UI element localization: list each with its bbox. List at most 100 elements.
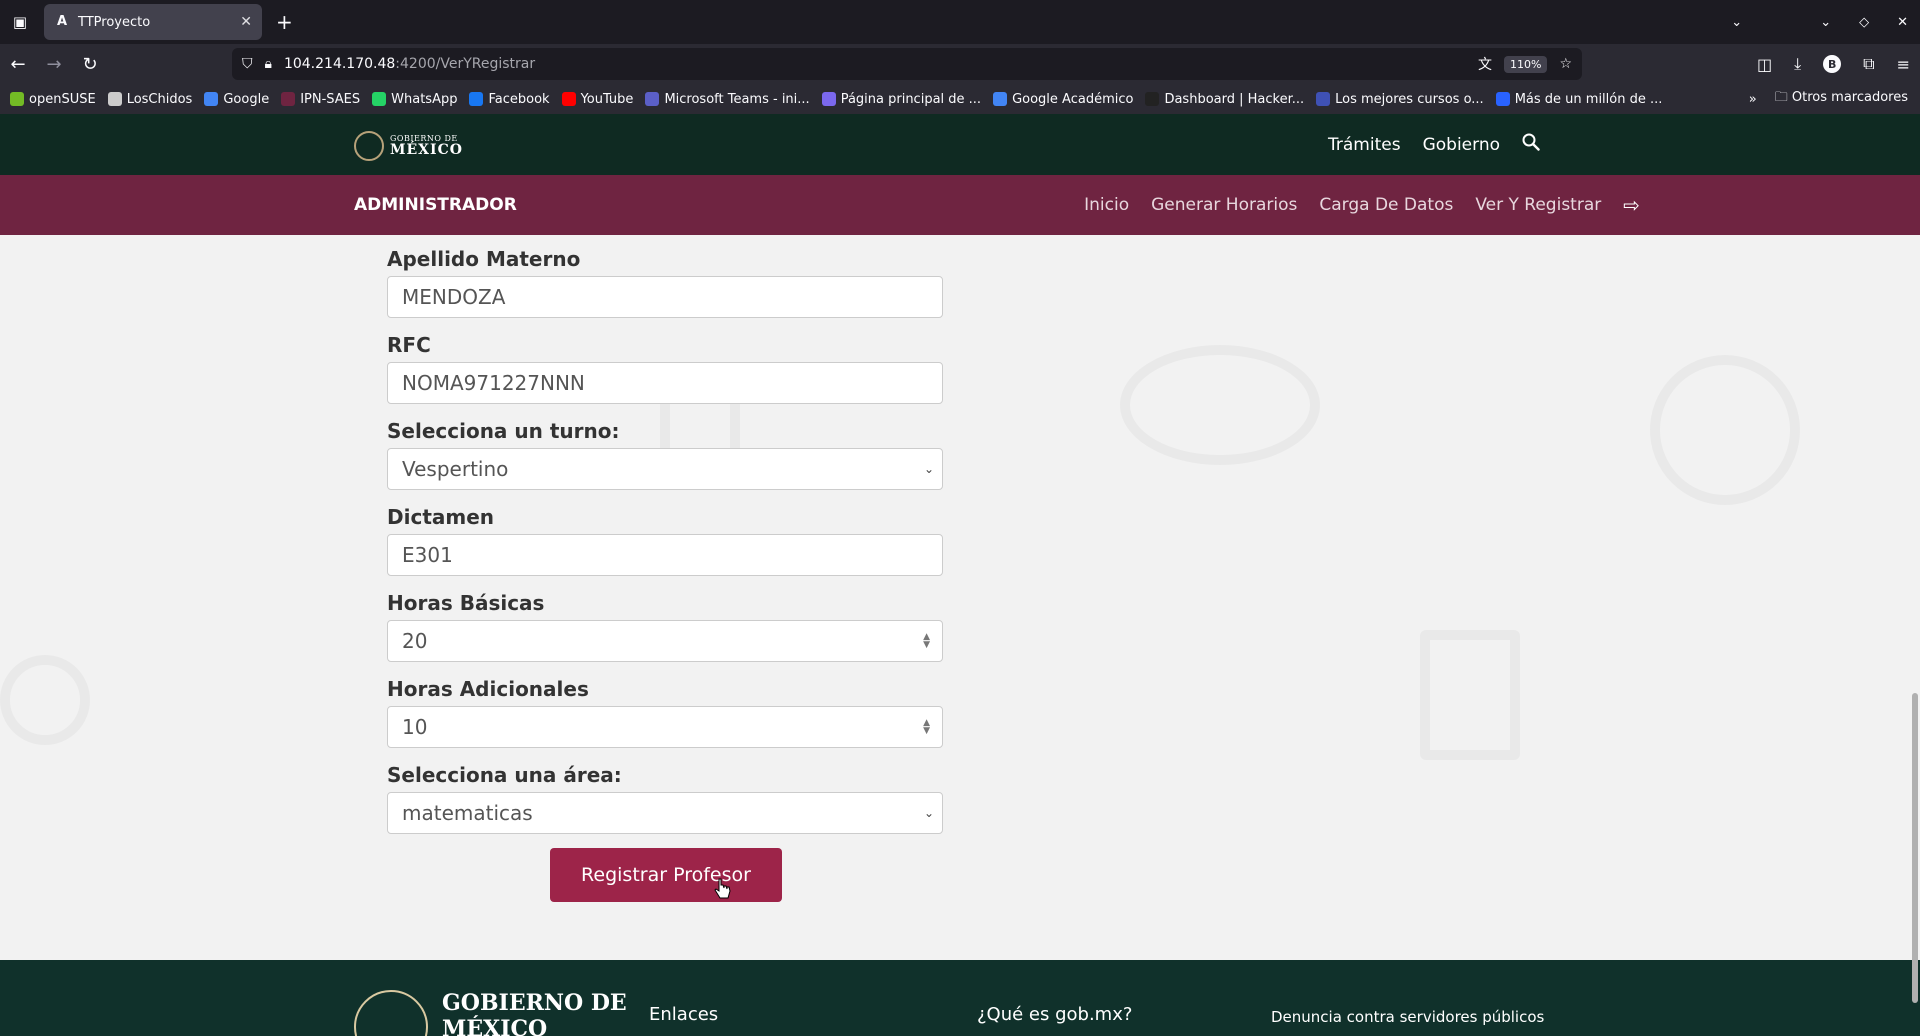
window-controls: ⌄ ⌄ ◇ ✕ xyxy=(1731,0,1908,44)
bookmark-favicon-icon xyxy=(1495,92,1510,106)
bookmark-label: Más de un millón de ... xyxy=(1514,91,1663,107)
tab-list-icon[interactable]: ▣ xyxy=(0,0,40,44)
bookmark-item[interactable]: YouTube xyxy=(561,92,633,107)
footer-que-es-gob[interactable]: ¿Qué es gob.mx? xyxy=(977,1004,1132,1025)
chevron-down-icon: ⌄ xyxy=(923,462,934,476)
translate-icon[interactable]: 文 xyxy=(1478,54,1492,74)
pocket-icon[interactable]: ◫ xyxy=(1757,55,1772,74)
downloads-icon[interactable]: ⤓ xyxy=(1794,54,1801,74)
shield-icon[interactable]: ⛉ xyxy=(242,56,253,72)
logout-icon[interactable]: ⇨ xyxy=(1623,193,1640,217)
maximize-icon[interactable]: ◇ xyxy=(1859,15,1869,30)
page-scrollbar[interactable] xyxy=(1908,235,1920,1003)
horas-adicionales-input[interactable]: 10 ▲ ▼ xyxy=(387,706,943,748)
bookmark-label: LosChidos xyxy=(126,91,193,107)
browser-tab[interactable]: A TTProyecto ✕ xyxy=(44,4,262,40)
link-gobierno[interactable]: Gobierno xyxy=(1423,135,1500,155)
bookmark-favicon-icon xyxy=(1145,92,1160,106)
search-icon[interactable] xyxy=(1522,133,1540,156)
admin-nav: Inicio Generar Horarios Carga De Datos V… xyxy=(1084,175,1640,235)
gov-logo[interactable]: GOBIERNO DE MÉXICO xyxy=(354,131,463,161)
area-select[interactable]: matematicas ⌄ xyxy=(387,792,943,834)
horas-basicas-input[interactable]: 20 ▲ ▼ xyxy=(387,620,943,662)
gov-links: Trámites Gobierno xyxy=(1328,114,1540,175)
account-avatar[interactable]: B xyxy=(1823,55,1842,73)
bookmark-favicon-icon xyxy=(372,92,387,106)
bookmark-label: Dashboard | Hacker... xyxy=(1164,91,1305,107)
turno-select[interactable]: Vespertino ⌄ xyxy=(387,448,943,490)
seal-icon xyxy=(354,990,428,1036)
other-bookmarks-folder[interactable]: 🗀︎ Otros marcadores xyxy=(1775,88,1908,110)
register-professor-button[interactable]: Registrar Profesor xyxy=(550,848,782,902)
bookmark-favicon-icon xyxy=(821,92,836,106)
tab-close-icon[interactable]: ✕ xyxy=(240,14,252,30)
gov-logo-line2: MÉXICO xyxy=(390,142,463,158)
bookmark-item[interactable]: Más de un millón de ... xyxy=(1495,91,1663,107)
area-value: matematicas xyxy=(402,801,533,825)
url-path: :4200/VerYRegistrar xyxy=(395,56,536,72)
horas-basicas-value: 20 xyxy=(402,629,428,653)
tab-title: TTProyecto xyxy=(78,14,151,30)
bookmark-item[interactable]: WhatsApp xyxy=(372,92,457,107)
link-tramites[interactable]: Trámites xyxy=(1328,135,1401,155)
bookmark-star-icon[interactable]: ☆ xyxy=(1559,56,1572,72)
dictamen-value: E301 xyxy=(402,543,453,567)
bookmark-item[interactable]: Google xyxy=(204,92,269,107)
watermark-scale xyxy=(0,655,90,745)
url-host: 104.214.170.48 xyxy=(283,56,396,72)
bookmark-favicon-icon xyxy=(469,92,484,106)
area-label: Selecciona una área: xyxy=(387,763,622,787)
extensions-icon[interactable]: ⧉ xyxy=(1863,54,1874,74)
bookmark-label: Página principal de ... xyxy=(840,91,982,107)
footer-enlaces: Enlaces xyxy=(649,1004,719,1025)
turno-value: Vespertino xyxy=(402,457,509,481)
bookmark-item[interactable]: Página principal de ... xyxy=(821,91,982,107)
bookmark-label: Facebook xyxy=(488,91,550,107)
bookmark-label: WhatsApp xyxy=(391,91,458,107)
footer: GOBIERNO DE MÉXICO Enlaces ¿Qué es gob.m… xyxy=(0,960,1920,1036)
turno-label: Selecciona un turno: xyxy=(387,419,620,443)
back-icon[interactable]: ← xyxy=(0,44,36,84)
rfc-value: NOMA971227NNN xyxy=(402,371,585,395)
footer-logo-line1: GOBIERNO DE xyxy=(442,990,627,1016)
bookmark-item[interactable]: Google Académico xyxy=(993,92,1133,107)
bookmark-item[interactable]: Facebook xyxy=(469,91,550,107)
lock-icon[interactable]: 🔒︎ xyxy=(265,56,272,72)
nav-generar-horarios[interactable]: Generar Horarios xyxy=(1151,195,1297,215)
minimize-icon[interactable]: ⌄ xyxy=(1820,15,1831,30)
scroll-thumb[interactable] xyxy=(1912,693,1918,1003)
menu-icon[interactable]: ≡ xyxy=(1897,55,1910,74)
zoom-indicator[interactable]: 110% xyxy=(1503,55,1548,73)
bookmark-favicon-icon xyxy=(1316,92,1331,106)
rfc-label: RFC xyxy=(387,333,431,357)
apellido-materno-input[interactable]: MENDOZA xyxy=(387,276,943,318)
close-window-icon[interactable]: ✕ xyxy=(1897,15,1908,30)
bookmark-item[interactable]: Los mejores cursos o... xyxy=(1316,92,1484,107)
url-bar[interactable]: ⛉ 🔒︎ 104.214.170.48:4200/VerYRegistrar 文… xyxy=(232,48,1582,80)
number-stepper-icon[interactable]: ▲ ▼ xyxy=(923,633,930,650)
bookmark-favicon-icon xyxy=(107,92,122,106)
reload-icon[interactable]: ↻ xyxy=(72,44,108,84)
dictamen-label: Dictamen xyxy=(387,505,495,529)
rfc-input[interactable]: NOMA971227NNN xyxy=(387,362,943,404)
bookmark-item[interactable]: Dashboard | Hacker... xyxy=(1145,92,1304,107)
browser-tab-bar: ▣ A TTProyecto ✕ + ⌄ ⌄ ◇ ✕ xyxy=(0,0,1920,44)
list-all-tabs-icon[interactable]: ⌄ xyxy=(1731,15,1742,30)
bookmark-item[interactable]: IPN-SAES xyxy=(281,92,360,107)
nav-ver-y-registrar[interactable]: Ver Y Registrar xyxy=(1475,195,1601,215)
more-bookmarks-icon[interactable]: » xyxy=(1749,92,1757,107)
bookmark-item[interactable]: openSUSE xyxy=(10,92,96,107)
nav-carga-de-datos[interactable]: Carga De Datos xyxy=(1319,195,1453,215)
bookmark-item[interactable]: LosChidos xyxy=(107,91,193,107)
new-tab-button[interactable]: + xyxy=(276,10,293,34)
nav-inicio[interactable]: Inicio xyxy=(1084,195,1129,215)
forward-icon[interactable]: → xyxy=(36,44,72,84)
dictamen-input[interactable]: E301 xyxy=(387,534,943,576)
gov-header: GOBIERNO DE MÉXICO Trámites Gobierno xyxy=(0,114,1920,175)
bookmark-label: IPN-SAES xyxy=(300,91,361,107)
admin-title: ADMINISTRADOR xyxy=(354,195,517,215)
bookmark-item[interactable]: Microsoft Teams - ini... xyxy=(645,92,810,107)
other-bookmarks-label: Otros marcadores xyxy=(1791,90,1908,105)
number-stepper-icon[interactable]: ▲ ▼ xyxy=(923,719,930,736)
footer-denuncia-link[interactable]: Denuncia contra servidores públicos xyxy=(1271,1008,1544,1026)
